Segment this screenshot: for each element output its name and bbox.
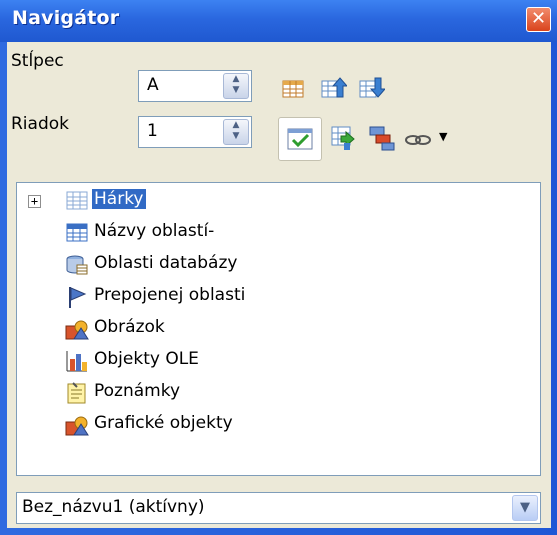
end-icon[interactable] [357,75,385,103]
close-button[interactable]: ✕ [526,7,551,32]
tree-item-label[interactable]: Prepojenej oblasti [94,285,245,305]
database-icon [66,255,88,275]
tree-item-label[interactable]: Oblasti databázy [94,253,237,273]
drag-mode-link-icon[interactable] [404,124,432,152]
column-spinbox[interactable]: A ▲ ▼ [138,70,252,102]
tree-item-label[interactable]: Poznámky [94,381,180,401]
column-label: Stĺpec [11,51,64,71]
drawing-object-icon [65,416,89,436]
expand-icon[interactable]: + [28,195,41,208]
tree-item-label[interactable]: Názvy oblastí- [94,221,214,241]
row-spin-buttons[interactable]: ▲ ▼ [223,119,249,145]
tree-item-label[interactable]: Objekty OLE [94,349,199,369]
drag-mode-dropdown-icon[interactable]: ▼ [439,130,447,143]
row-spinbox[interactable]: 1 ▲ ▼ [138,116,252,148]
column-spin-buttons[interactable]: ▲ ▼ [223,73,249,99]
range-names-icon [66,223,88,242]
row-value[interactable]: 1 [147,121,158,141]
note-icon [67,382,86,404]
sheets-icon [66,191,88,210]
spin-down-icon[interactable]: ▼ [224,85,248,96]
spin-up-icon[interactable]: ▲ [224,74,248,85]
navigator-panel: Stĺpec A ▲ ▼ Riadok 1 ▲ ▼ ▼ + Hárky Názv… [7,42,551,528]
image-icon [65,320,89,340]
navigator-window: Navigátor ✕ Stĺpec A ▲ ▼ Riadok 1 ▲ ▼ ▼ … [0,0,557,535]
spin-up-icon[interactable]: ▲ [224,120,248,131]
toggle-icon[interactable] [286,125,314,153]
tree-item-label[interactable]: Grafické objekty [94,413,233,433]
chevron-down-icon[interactable]: ▼ [512,495,538,521]
toggle-button[interactable] [278,117,322,161]
title-bar[interactable]: Navigátor ✕ [0,0,557,42]
data-range-icon[interactable] [279,75,307,103]
row-label: Riadok [11,114,69,134]
close-icon: ✕ [530,8,547,29]
document-select[interactable]: Bez_názvu1 (aktívny) ▼ [16,492,541,524]
tree-item-label[interactable]: Hárky [92,189,146,209]
navigator-tree[interactable]: + Hárky Názvy oblastí- Oblasti databázy … [16,182,541,476]
column-value[interactable]: A [147,75,159,95]
spin-down-icon[interactable]: ▼ [224,131,248,142]
ole-chart-icon [66,351,87,372]
contents-icon[interactable] [330,124,358,152]
flag-icon [69,287,87,308]
start-icon[interactable] [319,75,347,103]
tree-item-label[interactable]: Obrázok [94,317,165,337]
document-select-value[interactable]: Bez_názvu1 (aktívny) [22,497,205,517]
window-title: Navigátor [12,7,120,29]
scenarios-icon[interactable] [368,124,396,152]
